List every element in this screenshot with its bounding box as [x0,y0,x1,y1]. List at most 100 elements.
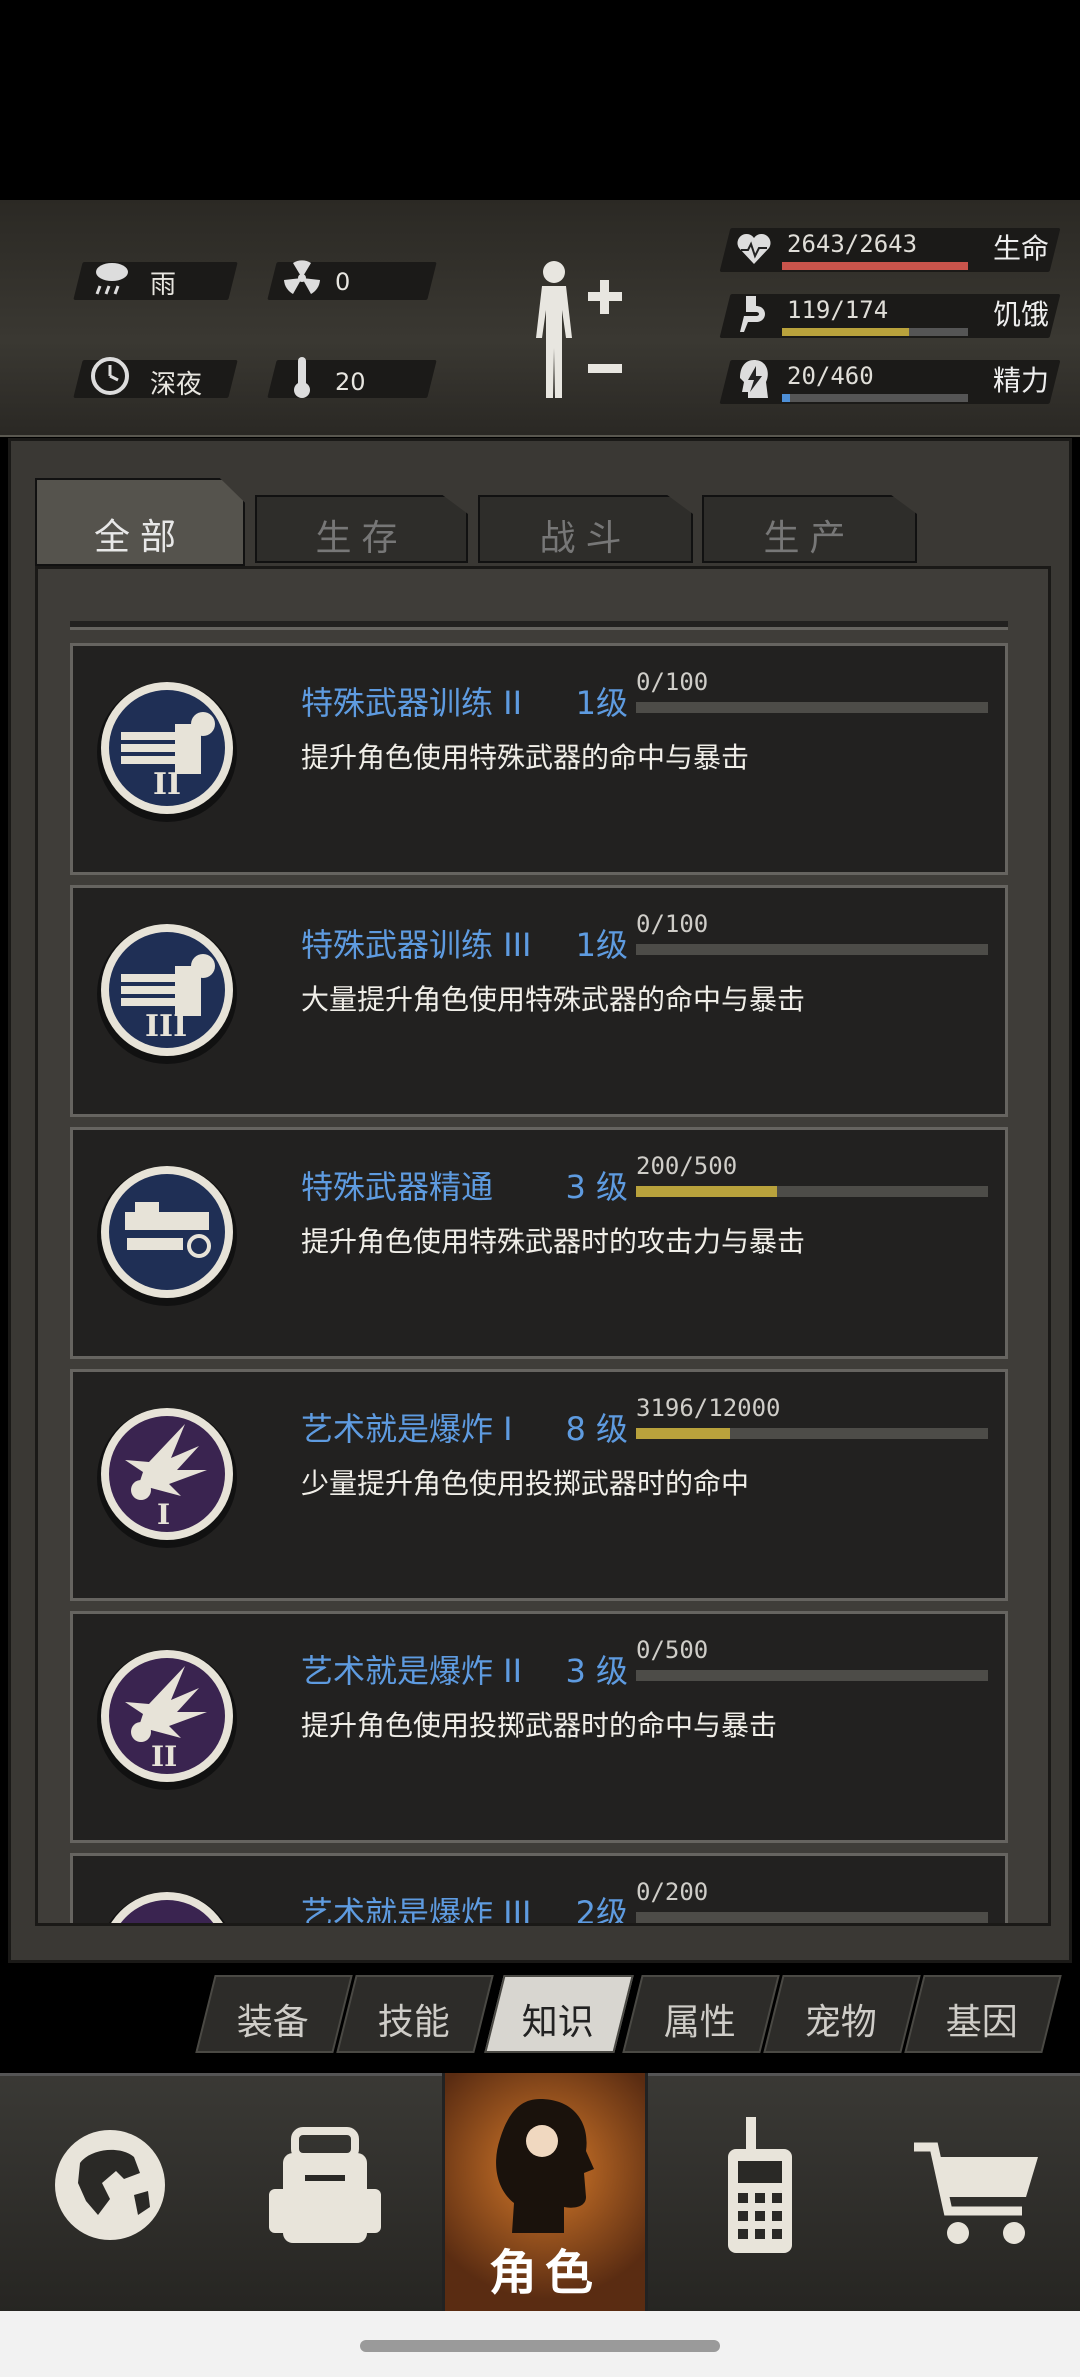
subtab-genes[interactable]: 基因 [904,1975,1062,2053]
skill-name: 艺术就是爆炸 I [301,1410,513,1448]
minigun-mastery-icon [97,1166,237,1306]
skill-progress-text: 3196/12000 [636,1394,781,1422]
stomach-icon [740,296,765,332]
subtab-knowledge[interactable]: 知识 [484,1975,634,2053]
hunger-label: 饥饿 [993,298,1050,331]
skill-progress-text: 200/500 [636,1152,738,1180]
subtab-label: 基因 [945,2002,1018,2043]
skill-description: 提升角色使用投掷武器时的命中与暴击 [301,1709,778,1742]
skill-level: 1级 [575,684,628,722]
hunger-bar [782,328,968,336]
nav-world-button[interactable] [10,2073,210,2311]
health-label: 生命 [993,232,1050,265]
skill-description: 少量提升角色使用投掷武器时的命中 [301,1467,750,1500]
explosion-icon [108,1892,226,1923]
health-text: 2643/2643 [787,230,918,258]
skill-level: 2级 [575,1894,628,1926]
skill-name: 特殊武器训练 III [301,926,532,964]
minigun-icon: II [97,682,237,822]
explosion-icon: I [97,1408,237,1548]
clock-icon [91,357,129,395]
skill-level: 8 级 [565,1410,628,1448]
weather-text: 雨 [150,270,177,300]
subtab-attributes[interactable]: 属性 [622,1975,780,2053]
tab-survival[interactable]: 生存 [255,495,468,563]
skill-card-art-is-explosion-2[interactable]: II 艺术就是爆炸 II 3 级 0/500 提升角色使用投掷武器时的命中与暴击 [70,1611,1008,1843]
character-label: 角色 [488,2245,601,2301]
svg-text:II: II [153,767,181,802]
backpack-icon [269,2127,381,2243]
skill-level: 1级 [575,926,628,964]
skill-level: 3 级 [565,1652,628,1690]
skill-progress-text: 0/100 [636,668,709,696]
skill-description: 提升角色使用特殊武器时的攻击力与暴击 [301,1225,806,1258]
tab-combat[interactable]: 战斗 [478,495,693,563]
skill-name: 特殊武器精通 [301,1168,494,1206]
health-bar [782,262,968,270]
minigun-icon: III [97,924,237,1064]
energy-head-icon [740,360,768,398]
skill-progress-text: 0/100 [636,910,709,938]
subtab-equipment[interactable]: 装备 [195,1975,353,2053]
subtab-pets[interactable]: 宠物 [763,1975,921,2053]
walkie-talkie-icon [728,2117,792,2253]
skill-progress-bar [636,1428,988,1439]
skill-progress-bar [636,1912,988,1923]
skill-progress-bar [636,702,988,713]
rain-icon [95,263,128,295]
skill-card-special-weapon-training-2[interactable]: II 特殊武器训练 II 1级 0/100 提升角色使用特殊武器的命中与暴击 [70,643,1008,875]
svg-text:I: I [157,1498,170,1531]
tab-label: 生产 [763,518,856,559]
nav-shop-button[interactable] [870,2073,1070,2311]
heart-icon [737,233,771,264]
energy-bar-fill [782,394,791,402]
subtab-label: 宠物 [804,2002,877,2043]
tab-production[interactable]: 生产 [702,495,917,563]
temperature-value: 20 [335,368,366,396]
tab-all[interactable]: 全部 [35,478,245,566]
skill-progress-text: 0/500 [636,1636,709,1664]
radiation-icon [284,260,320,294]
health-bar-fill [782,262,968,270]
home-indicator[interactable] [360,2340,720,2352]
energy-bar [782,394,968,402]
radiation-value: 0 [335,268,351,296]
skill-progress-text: 0/200 [636,1878,709,1906]
globe-icon [55,2130,165,2240]
tab-label: 全部 [93,517,186,558]
tab-label: 生存 [315,518,408,559]
subtab-label: 知识 [521,2002,594,2043]
skill-card-special-weapon-training-3[interactable]: III 特殊武器训练 III 1级 0/100 大量提升角色使用特殊武器的命中与… [70,885,1008,1117]
head-silhouette-icon [496,2099,594,2233]
nav-character-button[interactable]: 角色 [442,2073,648,2311]
shopping-cart-icon [914,2142,1038,2244]
skill-card-art-is-explosion-3[interactable]: 艺术就是爆炸 III 2级 0/200 [70,1853,1008,1926]
nav-radio-button[interactable] [660,2073,860,2311]
skill-level: 3 级 [565,1168,628,1206]
skill-card-special-weapon-mastery[interactable]: 特殊武器精通 3 级 200/500 提升角色使用特殊武器时的攻击力与暴击 [70,1127,1008,1359]
skill-card-art-is-explosion-1[interactable]: I 艺术就是爆炸 I 8 级 3196/12000 少量提升角色使用投掷武器时的… [70,1369,1008,1601]
svg-text:III: III [145,1009,187,1044]
subtab-skills[interactable]: 技能 [336,1975,494,2053]
subtab-label: 技能 [377,2002,450,2043]
hunger-bar-fill [782,328,910,336]
skill-progress-fill [636,1186,777,1197]
skill-list[interactable]: II 特殊武器训练 II 1级 0/100 提升角色使用特殊武器的命中与暴击 I… [35,566,1051,1926]
energy-label: 精力 [993,364,1050,397]
subtab-label: 装备 [236,2002,309,2043]
hunger-text: 119/174 [787,296,889,324]
tab-label: 战斗 [539,518,632,559]
skill-progress-fill [636,1428,730,1439]
skill-description: 提升角色使用特殊武器的命中与暴击 [301,741,750,774]
skill-description: 大量提升角色使用特殊武器的命中与暴击 [301,983,806,1016]
energy-text: 20/460 [787,362,874,390]
skill-progress-bar [636,944,988,955]
thermometer-icon [294,357,310,398]
explosion-icon: II [97,1650,237,1790]
skill-name: 艺术就是爆炸 III [301,1894,532,1926]
nav-backpack-button[interactable] [225,2073,425,2311]
time-of-day-text: 深夜 [150,370,203,400]
subtab-label: 属性 [663,2002,736,2043]
body-figure-icon[interactable] [520,258,630,408]
skill-progress-bar [636,1670,988,1681]
